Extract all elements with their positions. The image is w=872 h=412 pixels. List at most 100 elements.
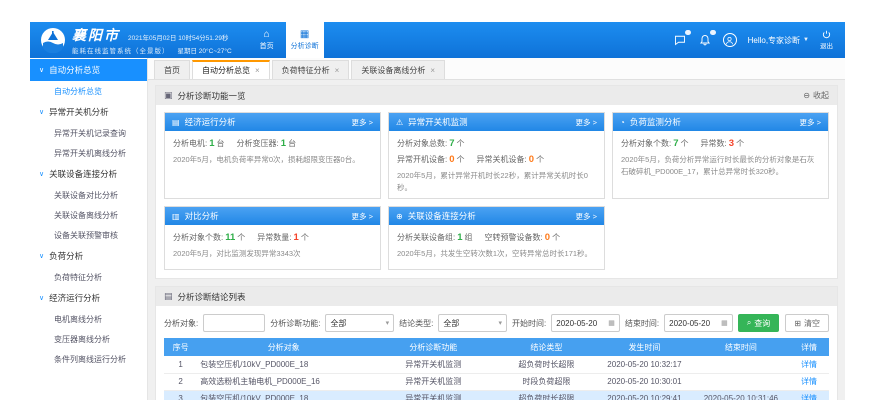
tab-item[interactable]: 关联设备离线分析 × [351,60,445,79]
tab-label: 首页 [164,65,180,76]
overview-icon: ▣ [164,90,173,101]
analysis-object-input[interactable] [203,314,265,332]
avatar[interactable] [723,33,737,47]
more-link[interactable]: 更多 > [576,211,597,222]
card-stats-row: 分析电机:1台分析变压器:1台 [173,136,372,152]
stat-label: 空转预警设备数: [485,231,543,245]
stat-unit: 个 [457,137,465,151]
conclusion-type-select[interactable]: 全部 ▾ [438,314,507,332]
tab-label: 关联设备离线分析 [361,65,425,76]
stat-unit: 个 [681,137,689,151]
close-icon[interactable]: × [255,66,260,75]
sidebar-group[interactable]: ∨异常开关机分析 [30,101,147,123]
filter-bar: 分析对象:分析诊断功能:全部▾结论类型:全部▾开始时间:2020-05-20▦结… [156,306,837,338]
sidebar-item[interactable]: 异常开关机记录查询 [30,123,147,143]
results-panel-header: ▤ 分析诊断结论列表 [156,287,837,306]
table-cell: 2020-05-20 10:32:17 [596,356,692,373]
sidebar-group[interactable]: ∨ 关联设备连接分析 [30,163,147,185]
start-time-picker[interactable]: 2020-05-20▦ [551,314,620,332]
tab-bar: 首页 自动分析总览×负荷特征分析× 关联设备离线分析 × [148,58,845,80]
card-title: 对比分析 [185,210,219,222]
notification-bell-icon[interactable] [698,33,712,47]
sidebar-item[interactable]: 自动分析总览 [30,81,147,101]
table-row[interactable]: 2高效选粉机主轴电机_PD000E_16异常开关机监测时段负荷超限2020-05… [164,373,829,390]
table-row[interactable]: 1包装空压机/10kV_PD000E_18异常开关机监测超负荷时长超限2020-… [164,356,829,373]
end-time-picker[interactable]: 2020-05-20▦ [664,314,733,332]
top-nav-item[interactable]: ⌂首页 [248,22,286,58]
card-stats-row: 分析对象个数:7个异常数:3个 [621,136,820,152]
sidebar: ∨自动分析总览自动分析总览∨异常开关机分析异常开关机记录查询异常开关机离线分析∨… [30,58,148,400]
stat-unit: 个 [536,153,544,167]
city-logo-icon [40,27,66,53]
app-window: 襄阳市 2021年05月02日 10时54分51.29秒 能耗在线监管系统（全景… [30,22,845,400]
query-button[interactable]: ⌕查询 [738,314,779,332]
chevron-down-icon: ∨ [39,252,44,260]
tab-item[interactable]: 首页 [154,60,190,79]
table-cell: 2020-05-20 10:29:41 [596,390,692,400]
top-nav-item[interactable]: ▦分析诊断 [286,22,324,58]
chevron-down-icon: ∨ [39,170,44,178]
stat-label: 分析对象总数: [397,137,447,151]
stat-label: 分析对象个数: [173,231,223,245]
tab-item[interactable]: 负荷特征分析× [272,60,350,79]
card-header: ⊕关联设备连接分析更多 > [389,207,604,225]
sidebar-group[interactable]: ∨负荷分析 [30,245,147,267]
diagnosis-function-select[interactable]: 全部▾ [325,314,394,332]
sidebar-item[interactable]: 负荷特征分析 [30,267,147,287]
sidebar-item[interactable]: 电机离线分析 [30,309,147,329]
tab-item[interactable]: 自动分析总览× [192,60,270,79]
sidebar-item[interactable]: 变压器离线分析 [30,329,147,349]
sidebar-item[interactable]: 关联设备对比分析 [30,185,147,205]
chevron-down-icon: ▾ [499,319,503,327]
column-header: 序号 [164,338,197,356]
clear-button[interactable]: ⊞清空 [785,314,829,332]
compare-chart-icon: ▥ [172,212,180,221]
table-row[interactable]: 3包装空压机/10kV_PD000E_18异常开关机监测超负荷时长超限2020-… [164,390,829,400]
header-datetime: 2021年05月02日 10时54分51.29秒 [128,32,228,42]
more-link[interactable]: 更多 > [352,117,373,128]
more-link[interactable]: 更多 > [800,117,821,128]
overview-panel: ▣ 分析诊断功能一览 ⊖ 收起 ▤经济运行分析更多 >分析电机:1台分析变压器:… [155,85,838,279]
sidebar-group[interactable]: ∨自动分析总览 [30,59,147,81]
detail-link[interactable]: 详情 [801,394,817,400]
message-icon[interactable] [673,33,687,47]
column-header: 结论类型 [496,338,596,356]
system-subtitle: 能耗在线监管系统（全景版） [72,45,170,55]
close-icon[interactable]: × [335,66,340,75]
stat-label: 异常关机设备: [477,153,527,167]
more-link[interactable]: 更多 > [576,117,597,128]
more-link[interactable]: 更多 > [352,211,373,222]
sidebar-item[interactable]: 关联设备离线分析 [30,205,147,225]
content-area: 首页 自动分析总览×负荷特征分析× 关联设备离线分析 × ▣ 分析诊断功能一览 ⊖ 收… [148,58,845,400]
table-cell: 异常开关机监测 [370,373,496,390]
filter-value: 全部 [330,318,346,329]
filter-label: 结论类型: [399,318,433,329]
table-cell: 高效选粉机主轴电机_PD000E_16 [197,373,370,390]
sidebar-group[interactable]: ∨经济运行分析 [30,287,147,309]
logout-button[interactable]: 退出 [820,30,833,50]
stat-label: 异常数: [701,137,727,151]
column-header: 分析诊断功能 [370,338,496,356]
table-cell: 2020-05-20 10:30:01 [596,373,692,390]
close-icon[interactable]: × [430,66,435,75]
sidebar-item[interactable]: 条件列离线运行分析 [30,349,147,369]
card-header: ▤经济运行分析更多 > [165,113,380,131]
stat-value: 1 [209,136,214,152]
chevron-down-icon: ▼ [803,37,809,43]
detail-link[interactable]: 详情 [801,360,817,369]
query-label: 查询 [754,318,770,329]
table-cell: 包装空压机/10kV_PD000E_18 [197,390,370,400]
card-description: 2020年5月，累计异常开机时长22秒，累计异常关机时长0秒。 [397,170,596,194]
user-menu[interactable]: Hello,专家诊断 ▼ [748,35,809,46]
card-description: 2020年5月，电机负荷率异常0次，损耗超限变压器0台。 [173,154,372,166]
card-body: 分析电机:1台分析变压器:1台 2020年5月，电机负荷率异常0次，损耗超限变压器… [165,131,380,170]
sidebar-item[interactable]: 异常开关机离线分析 [30,143,147,163]
detail-link[interactable]: 详情 [801,377,817,386]
page-body: ▣ 分析诊断功能一览 ⊖ 收起 ▤经济运行分析更多 >分析电机:1台分析变压器:… [148,80,845,400]
sidebar-group-label: 关联设备连接分析 [49,168,117,180]
card-stat: 异常关机设备:0个 [477,152,545,168]
collapse-button[interactable]: ⊖ 收起 [803,90,829,101]
diagnosis-icon: ▦ [300,30,309,40]
sidebar-item[interactable]: 设备关联预警审核 [30,225,147,245]
filter-value: 全部 [443,318,459,329]
